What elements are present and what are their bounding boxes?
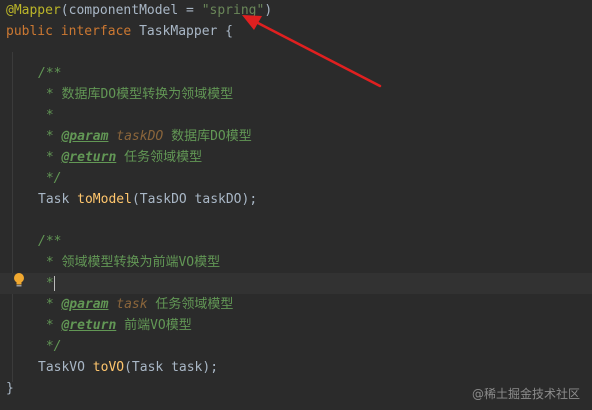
doc-description-text: * 领域模型转换为前端VO模型 (38, 255, 221, 270)
doc-comment-param[interactable]: * @param task 任务领域模型 (0, 294, 592, 315)
javadoc-return-tag: @return (61, 318, 117, 333)
doc-blank-text: * (38, 276, 54, 291)
doc-comment-param[interactable]: * @param taskDO 数据库DO模型 (0, 126, 592, 147)
code-line-method-tomodel[interactable]: Task toModel(TaskDO taskDO); (0, 189, 592, 210)
keyword-interface: interface (60, 24, 132, 39)
close-brace: } (6, 381, 14, 396)
annotation-string-value: "spring" (201, 3, 265, 18)
doc-star: * (38, 150, 62, 165)
code-line-interface[interactable]: public interface TaskMapper { (0, 21, 592, 42)
javadoc-param-name: task (116, 297, 148, 312)
javadoc-return-desc: 任务领域模型 (116, 150, 203, 165)
method-args: (TaskDO taskDO); (131, 192, 258, 207)
doc-blank-text: * (38, 108, 54, 123)
paren-open: ( (60, 3, 69, 18)
javadoc-return-desc: 前端VO模型 (116, 318, 192, 333)
doc-star: * (38, 129, 62, 144)
javadoc-param-desc: 数据库DO模型 (163, 129, 252, 144)
doc-open-text: /** (38, 234, 62, 249)
method-args: (Task task); (124, 360, 219, 375)
doc-comment-blank-current-line[interactable]: * (0, 273, 592, 294)
keyword-public: public (6, 24, 53, 39)
code-editor[interactable]: @Mapper(componentModel = "spring") publi… (0, 0, 592, 410)
doc-comment-close[interactable]: */ (0, 336, 592, 357)
code-line-annotation[interactable]: @Mapper(componentModel = "spring") (0, 0, 592, 21)
annotation-name: Mapper (13, 3, 61, 18)
doc-comment-blank[interactable]: * (0, 105, 592, 126)
javadoc-param-tag: @param (61, 297, 109, 312)
method-name: toModel (77, 192, 132, 207)
code-line-method-tovo[interactable]: TaskVO toVO(Task task); (0, 357, 592, 378)
open-brace: { (217, 24, 234, 39)
equals-sign: = (178, 3, 202, 18)
watermark: @稀土掘金技术社区 (471, 387, 580, 401)
doc-comment-description[interactable]: * 数据库DO模型转换为领域模型 (0, 84, 592, 105)
doc-comment-description[interactable]: * 领域模型转换为前端VO模型 (0, 252, 592, 273)
doc-close-text: */ (38, 339, 62, 354)
annotation-param: componentModel (68, 3, 179, 18)
paren-close: ) (264, 3, 273, 18)
annotation-at: @ (6, 3, 14, 18)
return-type: TaskVO (38, 360, 93, 375)
javadoc-param-name: taskDO (116, 129, 164, 144)
text-caret (53, 276, 55, 291)
doc-star: * (38, 318, 62, 333)
doc-description-text: * 数据库DO模型转换为领域模型 (38, 87, 234, 102)
doc-comment-close[interactable]: */ (0, 168, 592, 189)
doc-comment-return[interactable]: * @return 前端VO模型 (0, 315, 592, 336)
doc-comment-return[interactable]: * @return 任务领域模型 (0, 147, 592, 168)
doc-star: * (38, 297, 62, 312)
javadoc-return-tag: @return (61, 150, 117, 165)
lightbulb-icon[interactable] (13, 272, 25, 288)
method-name: toVO (92, 360, 125, 375)
return-type: Task (38, 192, 78, 207)
javadoc-param-desc: 任务领域模型 (147, 297, 234, 312)
doc-comment-open[interactable]: /** (0, 63, 592, 84)
doc-comment-open[interactable]: /** (0, 231, 592, 252)
javadoc-param-tag: @param (61, 129, 109, 144)
interface-name: TaskMapper (139, 24, 218, 39)
doc-close-text: */ (38, 171, 62, 186)
doc-open-text: /** (38, 66, 62, 81)
